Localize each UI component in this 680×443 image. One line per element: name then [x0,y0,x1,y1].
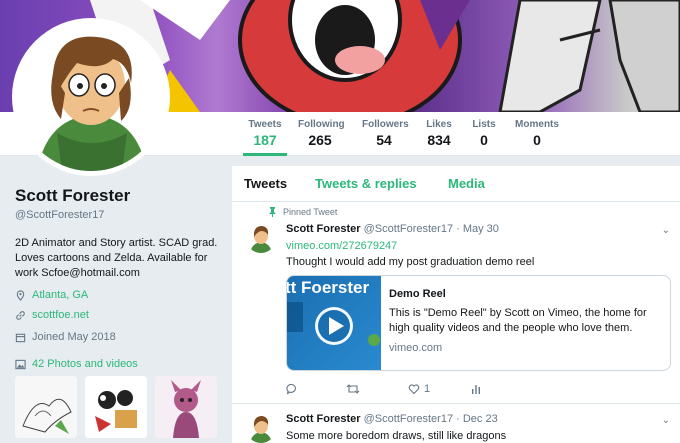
stat-label: Likes [426,119,452,130]
tweet-text: Some more boredom draws, still like drag… [286,430,507,442]
profile-handle: @ScottForester17 [15,209,105,221]
tab-tweets-replies[interactable]: Tweets & replies [315,176,417,191]
image-icon [15,359,26,369]
link-card[interactable]: tt Foerster Demo Reel This is "Demo Reel… [286,275,671,371]
timeline-tabs: Tweets Tweets & replies Media [232,166,680,202]
joined-text: Joined May 2018 [32,331,116,343]
tweet-avatar[interactable] [246,223,276,253]
stat-value: 834 [427,132,451,148]
photos-header[interactable]: 42 Photos and videos [15,358,138,370]
stat-label: Moments [515,119,559,130]
profile-avatar[interactable] [12,18,170,176]
stat-followers[interactable]: Followers 54 [362,119,409,148]
stat-value: 265 [308,132,332,148]
tweet-actions: 1 [286,383,486,399]
stat-label: Followers [362,119,409,130]
card-domain: vimeo.com [389,342,443,354]
stat-value: 0 [533,132,541,148]
tab-tweets[interactable]: Tweets [244,176,287,191]
calendar-icon [15,333,26,342]
stat-label: Following [298,119,345,130]
tab-media[interactable]: Media [448,176,485,191]
profile-website: scottfoe.net [15,309,89,321]
stat-value: 54 [376,132,392,148]
analytics-button[interactable] [470,383,482,395]
profile-sidebar: Scott Forester @ScottForester17 2D Anima… [0,156,232,443]
card-thumbnail: tt Foerster [287,276,381,370]
profile-joined: Joined May 2018 [15,331,116,343]
tweet-text: Thought I would add my post graduation d… [286,256,535,268]
stat-lists[interactable]: Lists 0 [470,119,498,148]
stat-tweets[interactable]: Tweets 187 [243,119,287,156]
like-count: 1 [424,383,431,395]
timeline: Tweets Tweets & replies Media Pinned Twe… [232,166,680,443]
tweet[interactable]: Scott Forester @ScottForester17 · Dec 23… [232,405,680,443]
chevron-down-icon[interactable]: ⌄ [662,225,670,236]
stat-label: Tweets [248,119,282,130]
photo-thumbnail[interactable] [155,376,217,438]
tweet-meta: @ScottForester17 · May 30 [363,223,499,235]
location-text[interactable]: Atlanta, GA [32,289,88,301]
photo-thumbnail[interactable] [85,376,147,438]
card-description: This is "Demo Reel" by Scott on Vimeo, t… [389,307,647,334]
reply-icon [286,383,296,395]
tweet-author-name[interactable]: Scott Forester [286,223,361,235]
analytics-icon [472,385,480,394]
profile-location: Atlanta, GA [15,289,88,301]
profile-name: Scott Forester [15,186,131,205]
stat-moments[interactable]: Moments 0 [514,119,560,148]
stat-value: 187 [253,132,277,148]
tweet-meta: @ScottForester17 · Dec 23 [363,413,498,425]
website-link[interactable]: scottfoe.net [32,309,89,321]
tweet-header: Scott Forester @ScottForester17 · May 30 [286,223,499,235]
location-pin-icon [16,289,25,301]
pinned-indicator: Pinned Tweet [268,207,337,217]
stat-label: Lists [472,119,496,130]
photos-link[interactable]: 42 Photos and videos [32,358,138,370]
stat-following[interactable]: Following 265 [298,119,345,148]
profile-bio: 2D Animator and Story artist. SCAD grad.… [15,237,218,279]
retweet-icon [346,384,360,394]
like-button[interactable]: 1 [408,383,430,395]
pinned-label: Pinned Tweet [283,207,338,217]
photo-thumbnail[interactable] [15,376,77,438]
reply-button[interactable] [286,383,298,395]
tweet-link[interactable]: vimeo.com/272679247 [286,240,397,252]
link-icon [16,310,25,320]
card-title: Demo Reel [389,288,446,300]
pin-icon [269,207,276,217]
stat-likes[interactable]: Likes 834 [422,119,456,148]
tweet[interactable]: Pinned Tweet Scott Forester @ScottForest… [232,203,680,404]
heart-icon [408,384,420,395]
photo-grid [15,376,220,443]
stat-value: 0 [480,132,488,148]
retweet-button[interactable] [346,383,360,395]
chevron-down-icon[interactable]: ⌄ [662,415,670,426]
tweet-author-name[interactable]: Scott Forester [286,413,361,425]
tweet-avatar[interactable] [246,413,276,443]
tweet-header: Scott Forester @ScottForester17 · Dec 23 [286,413,498,425]
